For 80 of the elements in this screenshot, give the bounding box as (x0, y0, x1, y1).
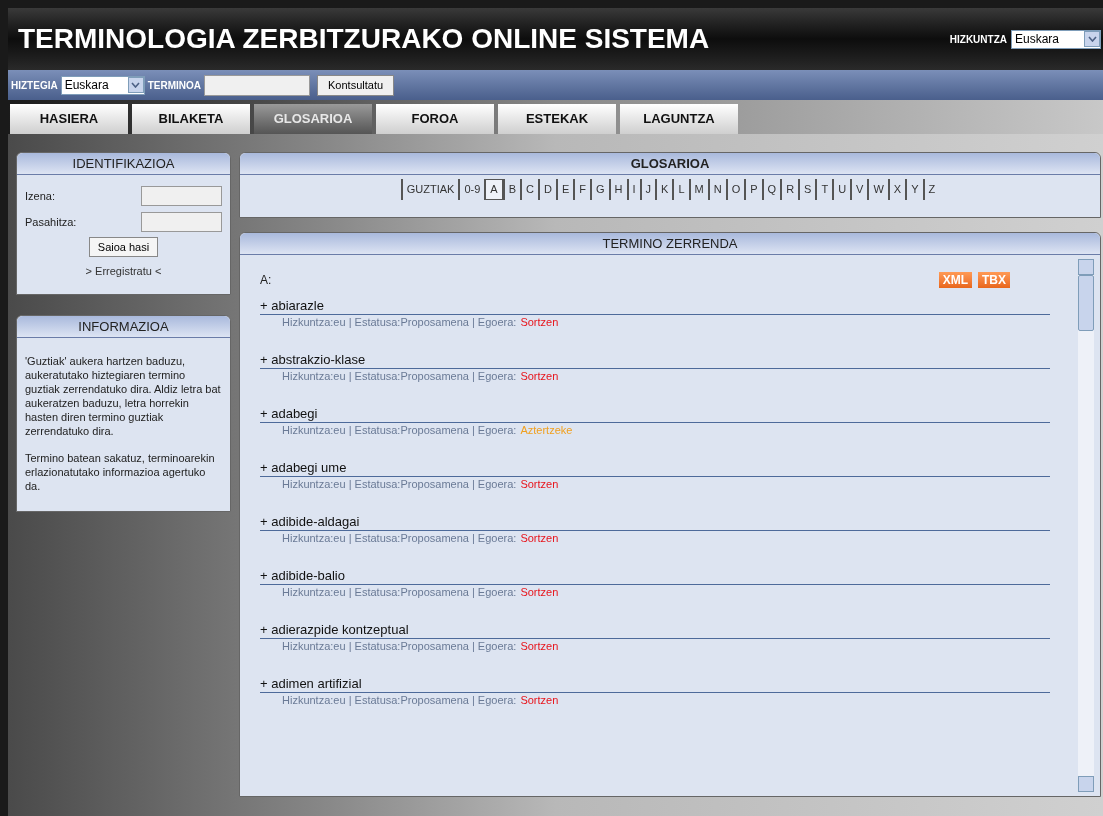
panel-header: TERMINO ZERRENDA (240, 233, 1100, 255)
nav-tab[interactable]: FOROA (376, 104, 494, 134)
nav-tab[interactable]: BILAKETA (132, 104, 250, 134)
term-status: Sortzen (520, 369, 559, 384)
letter-filter[interactable]: I (626, 179, 640, 200)
term-status: Sortzen (520, 585, 559, 600)
letter-filter[interactable]: N (707, 179, 726, 200)
letter-filter[interactable]: M (688, 179, 708, 200)
info-text: 'Guztiak' aukera hartzen baduzu, aukeratutako hiztegiaren termino guztiak zerrendatuko dira. Aldiz letra bat aukeratzen baduzu, letra horrekin hasten diren termino guztiak zerrendatuko dira. (25, 353, 222, 438)
nav-tab[interactable]: ESTEKAK (498, 104, 616, 134)
term-meta: Hizkuntza:eu | Estatusa:Proposamena | Egoera: (282, 531, 517, 546)
term-link[interactable]: + adibide-aldagai (260, 514, 1050, 531)
term-status: Sortzen (520, 531, 559, 546)
term-link[interactable]: + adierazpide kontzeptual (260, 622, 1050, 639)
term-meta: Hizkuntza:eu | Estatusa:Proposamena | Egoera: (282, 477, 517, 492)
term-link[interactable]: + adabegi (260, 406, 1050, 423)
letter-filter[interactable]: K (655, 179, 673, 200)
letter-filter[interactable]: Y (905, 179, 923, 200)
term-meta: Hizkuntza:eu | Estatusa:Proposamena | Egoera: (282, 423, 517, 438)
language-label: HIZKUNTZA (949, 32, 1007, 47)
letter-filter[interactable]: V (850, 179, 868, 200)
register-link[interactable]: > Erregistratu < (85, 263, 162, 280)
term-meta: Hizkuntza:eu | Estatusa:Proposamena | Egoera: (282, 639, 517, 654)
site-title: TERMINOLOGIA ZERBITZURAKO ONLINE SISTEMA (18, 22, 710, 56)
letter-filter[interactable]: J (639, 179, 656, 200)
dictionary-select[interactable]: Euskara (60, 75, 145, 95)
letter-filter[interactable]: GUZTIAK (400, 179, 459, 200)
letter-filter[interactable]: X (887, 179, 906, 200)
letter-filter[interactable]: D (537, 179, 556, 200)
letter-filter[interactable]: P (744, 179, 762, 200)
term-status: Sortzen (520, 693, 559, 708)
letter-filter[interactable]: E (555, 179, 574, 200)
letter-filter[interactable]: T (815, 179, 833, 200)
term-label: TERMINOA (147, 78, 201, 93)
language-select[interactable]: Euskara (1011, 29, 1101, 49)
term-link[interactable]: + adabegi ume (260, 460, 1050, 477)
nav-tab[interactable]: GLOSARIOA (254, 104, 372, 134)
info-text: Termino batean sakatuz, terminoarekin erlazionatutako informazioa agertuko da. (25, 450, 216, 493)
letter-filter[interactable]: B (502, 179, 520, 200)
letter-filter[interactable]: L (672, 179, 689, 200)
letter-filter[interactable]: Z (922, 179, 940, 200)
term-meta: Hizkuntza:eu | Estatusa:Proposamena | Egoera: (282, 315, 517, 330)
letter-filter[interactable]: U (832, 179, 851, 200)
login-button[interactable]: Saioa hasi (88, 237, 159, 257)
term-status: Aztertzeke (520, 423, 573, 438)
term-status: Sortzen (520, 315, 559, 330)
dictionary-label: HIZTEGIA (11, 78, 58, 93)
name-label: Izena: (25, 188, 55, 204)
term-link[interactable]: + adibide-balio (260, 568, 1050, 585)
letter-filter[interactable]: A (484, 179, 503, 200)
term-link[interactable]: + adimen artifizial (260, 676, 1050, 693)
letter-filter[interactable]: C (520, 179, 538, 200)
term-input-field[interactable] (204, 74, 310, 96)
letter-filter[interactable]: F (573, 179, 590, 200)
letter-filter[interactable]: G (590, 179, 609, 200)
term-link[interactable]: + abstrakzio-klase (260, 352, 1050, 369)
letter-filter[interactable]: W (867, 179, 888, 200)
letter-filter[interactable]: O (725, 179, 745, 200)
term-meta: Hizkuntza:eu | Estatusa:Proposamena | Egoera: (282, 693, 517, 708)
term-status: Sortzen (520, 639, 559, 654)
letter-heading: A: (260, 272, 272, 289)
nav-tab[interactable]: HASIERA (10, 104, 128, 134)
term-meta: Hizkuntza:eu | Estatusa:Proposamena | Egoera: (282, 585, 517, 600)
term-meta: Hizkuntza:eu | Estatusa:Proposamena | Egoera: (282, 369, 517, 384)
dropdown-caret-icon (1084, 31, 1100, 47)
panel-header: GLOSARIOA (240, 153, 1100, 175)
password-input-field[interactable] (141, 212, 222, 232)
letter-filter[interactable]: Q (761, 179, 781, 200)
name-input-field[interactable] (141, 186, 222, 206)
letter-filter[interactable]: S (798, 179, 816, 200)
search-button[interactable]: Kontsultatu (317, 74, 395, 96)
dropdown-caret-icon (127, 77, 144, 93)
letter-filter[interactable]: R (780, 179, 799, 200)
panel-header: INFORMAZIOA (17, 315, 230, 338)
nav-tab[interactable]: LAGUNTZA (620, 104, 738, 134)
term-status: Sortzen (520, 477, 559, 492)
panel-header: IDENTIFIKAZIOA (17, 153, 230, 175)
password-label: Pasahitza: (25, 214, 77, 230)
letter-filter[interactable]: H (608, 179, 627, 200)
term-link[interactable]: + abiarazle (260, 298, 1050, 315)
